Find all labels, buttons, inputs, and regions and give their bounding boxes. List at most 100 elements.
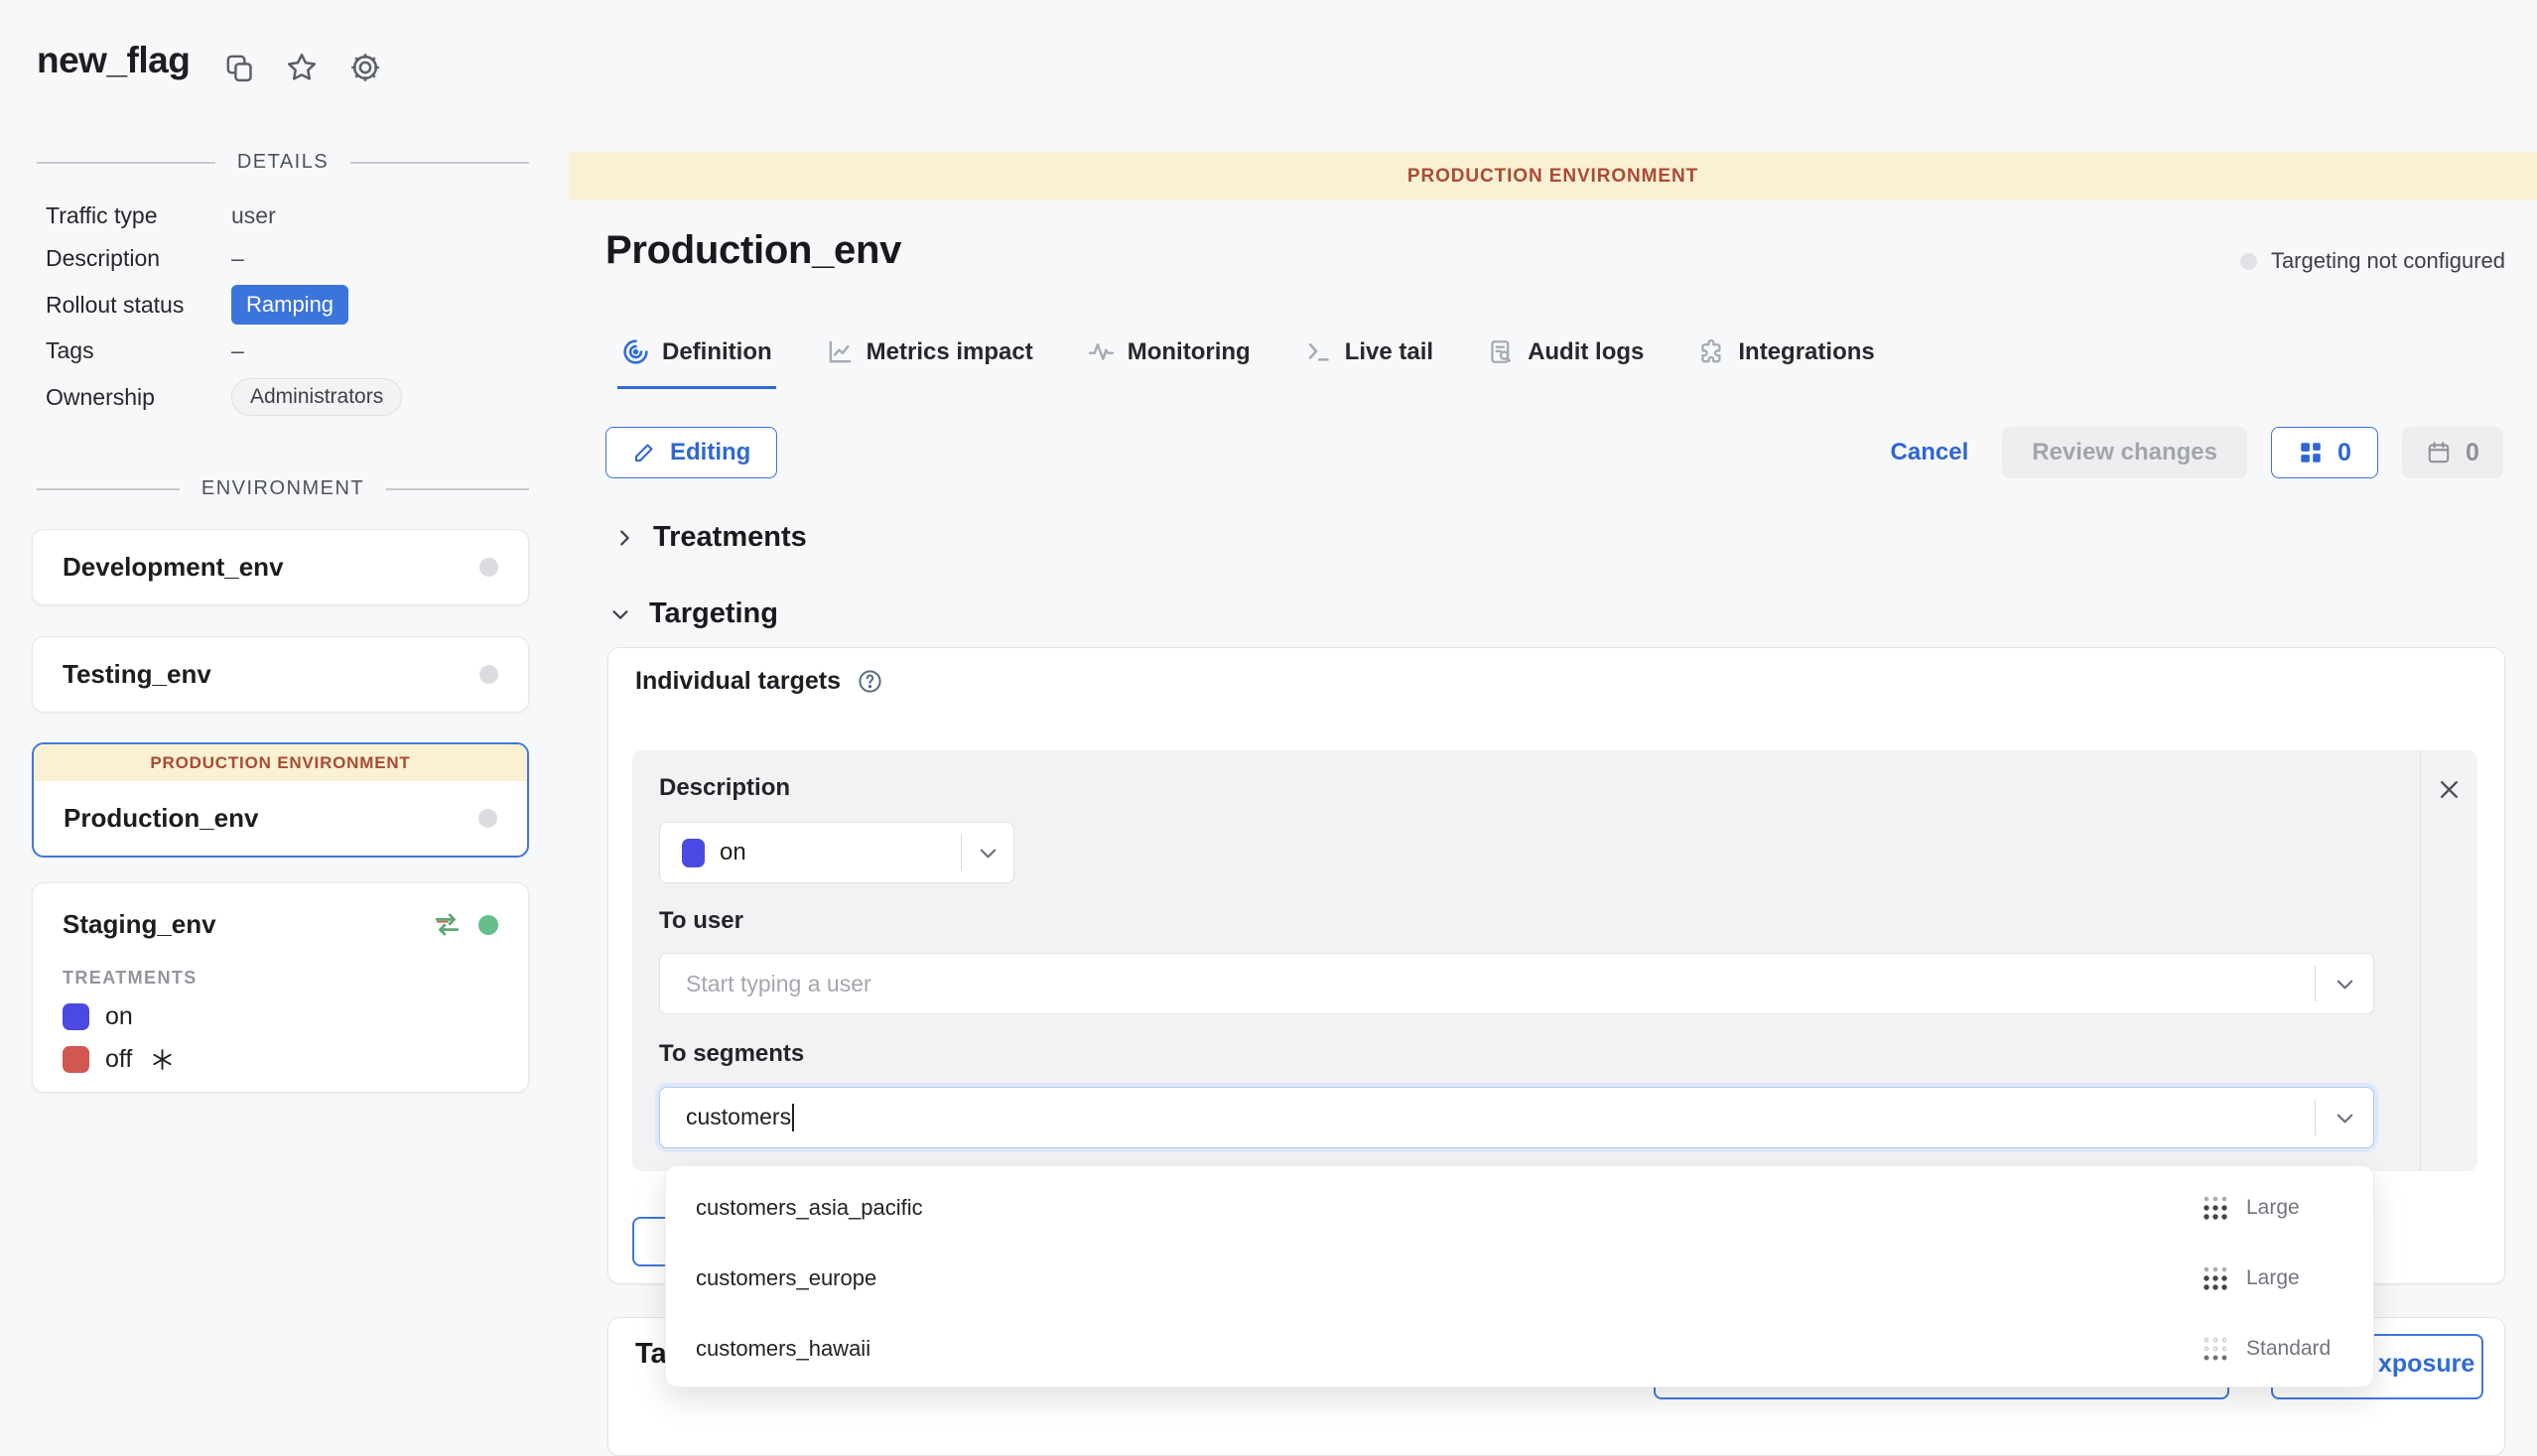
- tab-monitoring[interactable]: Monitoring: [1083, 331, 1255, 389]
- env-card-production[interactable]: PRODUCTION ENVIRONMENT Production_env: [32, 742, 529, 858]
- live-tail-icon: [1304, 337, 1333, 366]
- close-icon[interactable]: [2436, 776, 2463, 803]
- status-dot-gray: [2240, 253, 2257, 270]
- definition-icon: [621, 337, 650, 366]
- detail-value: user: [231, 202, 276, 229]
- chevron-down-icon[interactable]: [2316, 1107, 2373, 1129]
- pencil-icon: [632, 441, 656, 464]
- targeting-section-toggle[interactable]: Targeting: [609, 597, 778, 630]
- details-divider: DETAILS: [37, 151, 529, 174]
- tab-metrics-impact[interactable]: Metrics impact: [822, 331, 1037, 389]
- exposure-button-label-fragment[interactable]: xposure: [2378, 1350, 2474, 1379]
- detail-row-traffic-type: Traffic type user: [46, 195, 529, 237]
- chevron-down-icon[interactable]: [962, 842, 1013, 864]
- segment-size-large-icon: [2201, 1263, 2230, 1293]
- monitoring-icon: [1087, 337, 1116, 366]
- detail-label: Ownership: [46, 384, 231, 411]
- cancel-button[interactable]: Cancel: [1891, 439, 1969, 466]
- sync-arrows-icon: [432, 909, 463, 940]
- segment-option-asia-pacific[interactable]: customers_asia_pacific Large: [666, 1172, 2373, 1243]
- changes-count-button[interactable]: 0: [2271, 427, 2378, 478]
- tab-live-tail[interactable]: Live tail: [1300, 331, 1437, 389]
- env-card-staging[interactable]: Staging_env TREATMENTS on off: [32, 882, 529, 1093]
- status-dot-gray: [478, 809, 497, 828]
- to-segments-input[interactable]: customers: [659, 1087, 2374, 1148]
- chevron-down-icon[interactable]: [2316, 973, 2373, 995]
- treatment-name: on: [105, 1002, 133, 1031]
- title-actions: [223, 50, 383, 85]
- env-card-development[interactable]: Development_env: [32, 529, 529, 605]
- details-heading: DETAILS: [237, 151, 329, 174]
- editing-button[interactable]: Editing: [605, 427, 777, 478]
- chevron-right-icon: [613, 527, 635, 549]
- to-segments-label: To segments: [659, 1040, 804, 1068]
- env-name: Production_env: [64, 803, 258, 834]
- tab-label: Definition: [662, 338, 772, 366]
- detail-row-ownership: Ownership Administrators: [46, 372, 529, 422]
- env-name: Testing_env: [63, 659, 211, 690]
- detail-label: Tags: [46, 337, 231, 364]
- tab-definition[interactable]: Definition: [617, 331, 776, 389]
- integrations-icon: [1697, 337, 1726, 366]
- treatment-name: off: [105, 1045, 132, 1074]
- audit-logs-icon: [1487, 337, 1516, 366]
- tab-audit-logs[interactable]: Audit logs: [1483, 331, 1648, 389]
- page-title: new_flag: [37, 40, 190, 81]
- grid-icon: [2298, 440, 2324, 465]
- description-label: Description: [659, 774, 790, 802]
- detail-label: Rollout status: [46, 292, 231, 319]
- env-card-testing[interactable]: Testing_env: [32, 636, 529, 713]
- treatment-select-value: on: [720, 839, 961, 866]
- individual-targets-label: Individual targets: [635, 667, 841, 696]
- detail-row-tags: Tags –: [46, 330, 529, 372]
- help-icon[interactable]: [857, 668, 883, 695]
- detail-row-description: Description –: [46, 237, 529, 280]
- tab-label: Live tail: [1345, 338, 1433, 366]
- ownership-pill: Administrators: [231, 378, 402, 416]
- segment-size-label: Large: [2246, 1266, 2337, 1290]
- treatment-color-swatch: [682, 839, 705, 867]
- copy-icon[interactable]: [223, 52, 256, 84]
- segment-size-label: Standard: [2246, 1337, 2337, 1361]
- segment-option-hawaii[interactable]: customers_hawaii Standard: [666, 1313, 2373, 1384]
- to-user-placeholder: Start typing a user: [686, 971, 2315, 997]
- detail-row-rollout-status: Rollout status Ramping: [46, 280, 529, 330]
- tab-integrations[interactable]: Integrations: [1693, 331, 1878, 389]
- tab-label: Metrics impact: [867, 338, 1033, 366]
- segment-size: Large: [2201, 1263, 2337, 1293]
- tab-label: Integrations: [1738, 338, 1874, 366]
- production-env-banner: PRODUCTION ENVIRONMENT: [34, 744, 527, 781]
- segment-option-europe[interactable]: customers_europe Large: [666, 1243, 2373, 1313]
- detail-label: Traffic type: [46, 202, 231, 229]
- production-environment-banner: PRODUCTION ENVIRONMENT: [569, 152, 2537, 200]
- to-user-input[interactable]: Start typing a user: [659, 953, 2374, 1014]
- scheduled-count-button[interactable]: 0: [2402, 427, 2503, 478]
- default-treatment-asterisk-icon: [150, 1047, 175, 1072]
- env-name: Staging_env: [63, 909, 216, 940]
- treatment-row-off: off: [33, 1031, 528, 1074]
- environment-divider: ENVIRONMENT: [37, 477, 529, 500]
- changes-count: 0: [2337, 439, 2351, 467]
- tab-label: Monitoring: [1128, 338, 1251, 366]
- individual-targets-header: Individual targets: [635, 667, 883, 696]
- tab-label: Audit logs: [1528, 338, 1644, 366]
- star-icon[interactable]: [284, 50, 320, 85]
- treatments-section-toggle[interactable]: Treatments: [613, 521, 807, 554]
- segment-size: Large: [2201, 1193, 2337, 1223]
- rollout-status-badge: Ramping: [231, 285, 348, 325]
- environment-heading: ENVIRONMENT: [201, 477, 364, 500]
- environment-tabs: Definition Metrics impact Monitoring Liv…: [617, 331, 1879, 389]
- next-section-heading-fragment: Ta: [635, 1338, 667, 1371]
- treatment-select[interactable]: on: [659, 822, 1014, 883]
- environment-page-title: Production_env: [605, 228, 901, 273]
- segments-dropdown: customers_asia_pacific Large customers_e…: [665, 1165, 2374, 1388]
- metrics-impact-icon: [826, 337, 855, 366]
- chevron-down-icon: [609, 603, 631, 625]
- to-segments-value: customers: [686, 1104, 2315, 1132]
- gear-icon[interactable]: [347, 50, 383, 85]
- review-changes-button[interactable]: Review changes: [2002, 427, 2247, 478]
- targeting-status: Targeting not configured: [2240, 248, 2505, 274]
- editing-label: Editing: [670, 439, 750, 466]
- status-dot-green: [478, 915, 498, 935]
- text-caret: [792, 1104, 794, 1131]
